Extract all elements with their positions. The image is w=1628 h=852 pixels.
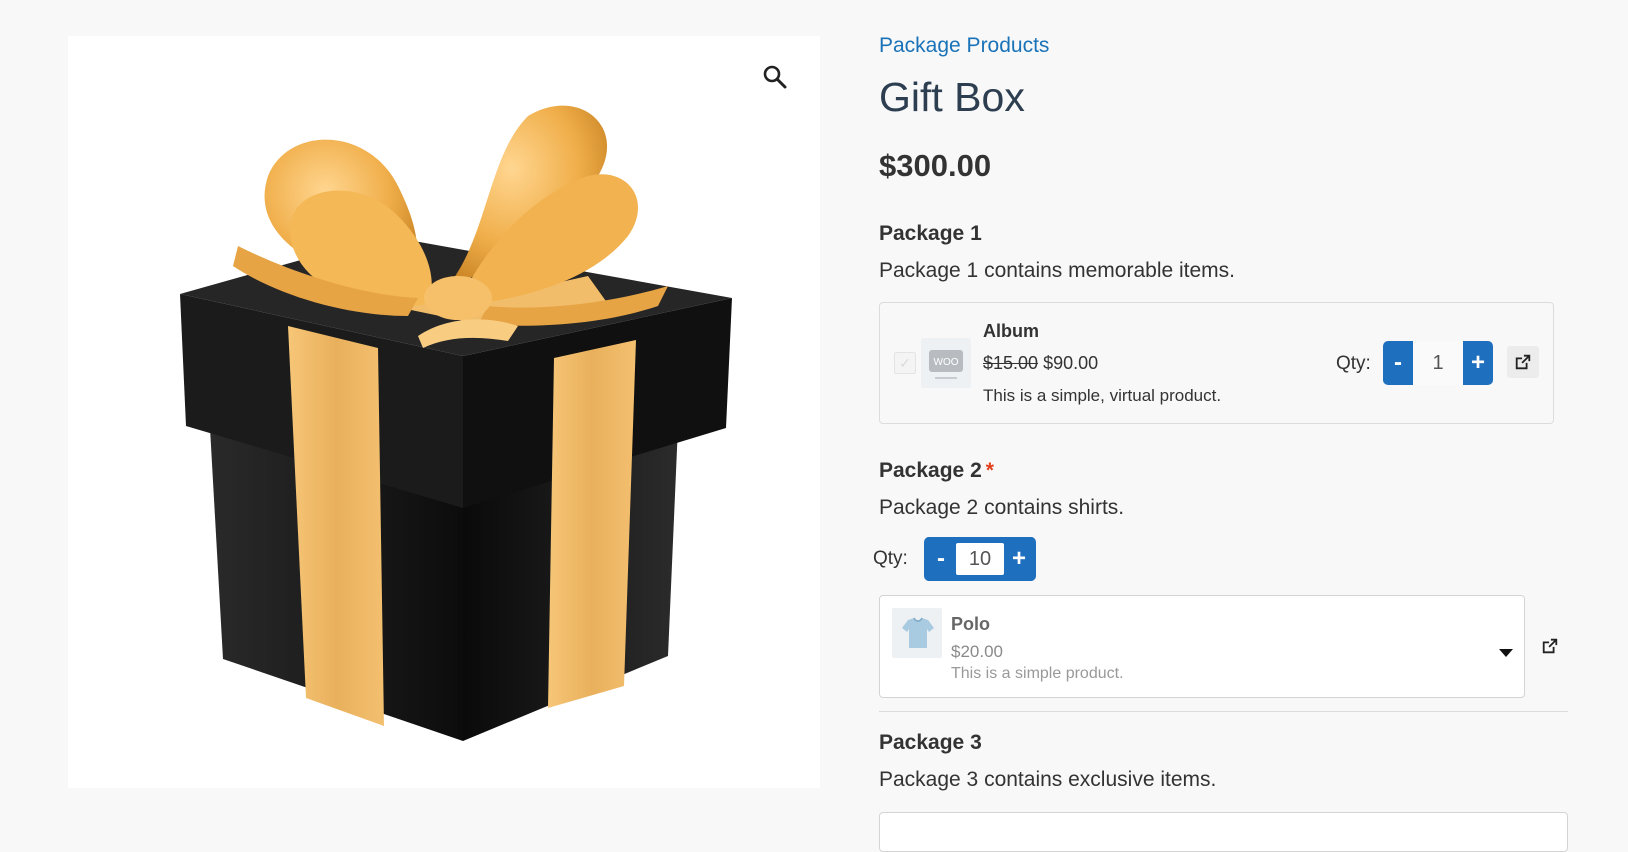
item-checkbox[interactable]: ✓	[894, 352, 916, 374]
package-3-description: Package 3 contains exclusive items.	[879, 768, 1217, 791]
product-summary: Package Products Gift Box $300.00 Packag…	[873, 0, 1579, 852]
qty-increase-button[interactable]: +	[1463, 341, 1493, 385]
item-description: This is a simple, virtual product.	[983, 386, 1222, 405]
package-divider	[879, 711, 1568, 712]
item-name: Album	[983, 321, 1039, 341]
album-thumbnail: WOO	[921, 338, 971, 388]
package-2-description: Package 2 contains shirts.	[879, 496, 1125, 519]
breadcrumb-link[interactable]: Package Products	[879, 34, 1049, 58]
qty-decrease-button[interactable]: -	[1383, 341, 1413, 385]
item-price: $15.00 $90.00	[983, 353, 1098, 374]
package-1-description: Package 1 contains memorable items.	[879, 259, 1236, 282]
package-3-title: Package 3	[879, 731, 982, 754]
package-1-qty-stepper: - +	[1383, 341, 1493, 385]
package-2-title-text: Package 2	[879, 459, 982, 482]
polo-thumbnail	[892, 608, 942, 658]
package-2-product-select[interactable]: Polo $20.00 This is a simple product.	[879, 595, 1525, 698]
product-title: Gift Box	[879, 74, 1025, 120]
package-2-qty-stepper: - +	[924, 537, 1036, 581]
qty-label: Qty:	[1336, 353, 1371, 374]
qty-decrease-button[interactable]: -	[926, 537, 956, 581]
qty-input[interactable]	[956, 543, 1004, 575]
required-mark: *	[985, 459, 994, 482]
selected-product-description: This is a simple product.	[951, 665, 1124, 682]
external-link-icon[interactable]	[1507, 346, 1539, 378]
item-regular-price: $15.00	[983, 353, 1039, 373]
selected-product-price: $20.00	[951, 642, 1003, 661]
package-3-item-card	[879, 812, 1568, 852]
external-link-icon[interactable]	[1534, 630, 1566, 662]
item-sale-price: $90.00	[1043, 353, 1099, 373]
selected-product-name: Polo	[951, 614, 990, 634]
gift-box-image	[180, 105, 732, 741]
package-1-title: Package 1	[879, 222, 982, 245]
package-2-title: Package 2 *	[879, 459, 994, 483]
qty-increase-button[interactable]: +	[1004, 537, 1034, 581]
qty-input[interactable]	[1413, 341, 1463, 385]
magnifier-icon[interactable]	[762, 64, 788, 90]
product-price: $300.00	[879, 148, 992, 183]
qty-label: Qty:	[873, 548, 908, 569]
caret-down-icon	[1499, 644, 1513, 662]
thumb-logo-text: WOO	[934, 357, 959, 368]
product-image-panel	[68, 36, 820, 788]
